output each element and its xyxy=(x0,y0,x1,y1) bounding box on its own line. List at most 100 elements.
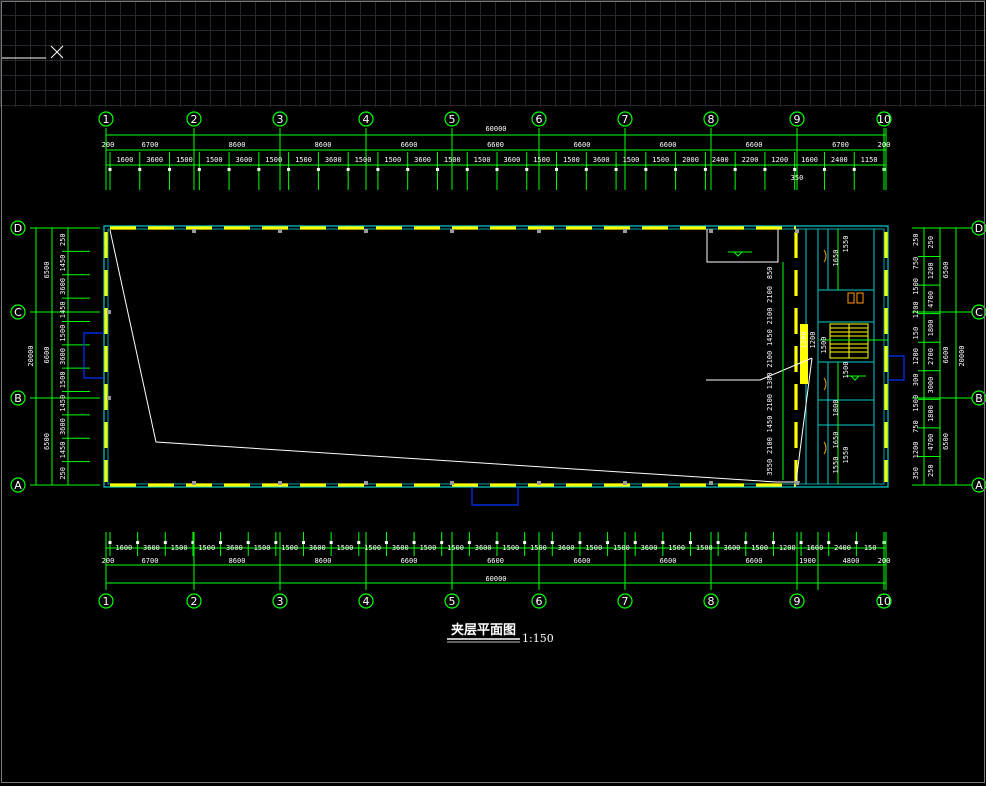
axis-bubbles-left: A B C D xyxy=(10,220,26,493)
bottom-span-8: 1900 xyxy=(799,557,816,565)
bottom-span-5: 6600 xyxy=(574,557,591,565)
top-detail-9: 1500 xyxy=(384,156,401,164)
right-fine-4: 150 xyxy=(912,327,920,340)
right-detail-3: 1800 xyxy=(927,320,935,337)
axis-bottom-3-label: 3 xyxy=(277,595,284,608)
top-detail-2: 1500 xyxy=(176,156,193,164)
bottom-span-2: 8600 xyxy=(315,557,332,565)
interior-dim-6: 2100 xyxy=(766,394,774,411)
top-detail-10: 3600 xyxy=(414,156,431,164)
top-detail-7: 3600 xyxy=(325,156,342,164)
right-total: 20000 xyxy=(958,345,966,366)
bottom-detail-16: 3600 xyxy=(558,544,575,552)
bottom-edge-left: 200 xyxy=(102,557,115,565)
axis-top-1-label: 1 xyxy=(103,113,110,126)
top-edge-left: 200 xyxy=(102,141,115,149)
top-detail-0: 1600 xyxy=(116,156,133,164)
right-fine-5: 1200 xyxy=(912,348,920,365)
cad-viewport[interactable]: 1 2 3 4 5 6 7 8 9 10 1 2 3 4 5 6 7 8 9 10 ABCD ABCD 60000 … xyxy=(0,0,986,786)
bottom-detail-10: 3600 xyxy=(392,544,409,552)
top-span-0: 6700 xyxy=(142,141,159,149)
top-detail-15: 1500 xyxy=(563,156,580,164)
axis-bottom-4-label: 4 xyxy=(363,595,370,608)
interior-dim-9: 3550 xyxy=(766,459,774,476)
column-markers xyxy=(107,229,799,485)
top-detail-5: 1500 xyxy=(265,156,282,164)
right-fine-8: 750 xyxy=(912,420,920,433)
right-span-2: 6500 xyxy=(942,433,950,450)
right-dim-labels: 20000 6500 6600 6500 250 1200 4700 1800 2700 3000… xyxy=(912,233,966,479)
bottom-span-0: 6700 xyxy=(142,557,159,565)
bottom-detail-12: 1500 xyxy=(447,544,464,552)
left-detail-3: 1450 xyxy=(59,301,67,318)
left-detail-1: 1450 xyxy=(59,255,67,272)
bottom-detail-4: 3600 xyxy=(226,544,243,552)
axis-bottom-9-label: 9 xyxy=(794,595,801,608)
drawing-title: 夹层平面图 xyxy=(451,622,516,638)
top-detail-3: 1500 xyxy=(206,156,223,164)
top-span-4: 6600 xyxy=(487,141,504,149)
left-span-1: 6600 xyxy=(43,347,51,364)
top-detail-24: 2400 xyxy=(831,156,848,164)
top-detail-25: 1150 xyxy=(861,156,878,164)
left-span-2: 6500 xyxy=(43,433,51,450)
top-span-ticks xyxy=(105,128,885,190)
right-fine-3: 1200 xyxy=(912,301,920,318)
bottom-detail-18: 1500 xyxy=(613,544,630,552)
top-detail-22: 1200 xyxy=(771,156,788,164)
bottom-detail-27: 150 xyxy=(864,544,877,552)
left-detail-5: 3600 xyxy=(59,348,67,365)
axis-top-4-label: 4 xyxy=(363,113,370,126)
axis-left-C-label: C xyxy=(14,306,22,319)
bottom-span-3: 6600 xyxy=(401,557,418,565)
interior-dim-0: 850 xyxy=(766,266,774,279)
top-span-8: 6700 xyxy=(832,141,849,149)
left-detail-10: 250 xyxy=(59,467,67,480)
bottom-detail-23: 1500 xyxy=(751,544,768,552)
right-fine-6: 300 xyxy=(912,374,920,387)
top-total-dim: 60000 xyxy=(485,125,506,133)
drawing-scale: 1:150 xyxy=(522,632,554,645)
bottom-total-dim: 60000 xyxy=(485,575,506,583)
top-detail-17: 1500 xyxy=(623,156,640,164)
bottom-detail-5: 1500 xyxy=(254,544,271,552)
right-detail-8: 250 xyxy=(927,464,935,477)
floor-plan-drawing[interactable]: 1 2 3 4 5 6 7 8 9 10 1 2 3 4 5 6 7 8 9 10 ABCD ABCD 60000 … xyxy=(0,0,986,786)
interior-dim-labels: 850 2100 2100 1450 2100 1300 2100 1450 2100 3550 xyxy=(766,266,774,475)
stair-dim-4: 1550 xyxy=(842,236,850,253)
bottom-detail-3: 1500 xyxy=(198,544,215,552)
top-detail-23: 1600 xyxy=(801,156,818,164)
bottom-detail-22: 3600 xyxy=(724,544,741,552)
left-detail-7: 1450 xyxy=(59,395,67,412)
bottom-detail-21: 1500 xyxy=(696,544,713,552)
bottom-detail-24: 1200 xyxy=(779,544,796,552)
axis-bottom-1-label: 1 xyxy=(103,595,110,608)
stair-dim-2: 1500 xyxy=(820,337,828,354)
axis-bottom-5-label: 5 xyxy=(449,595,456,608)
bottom-detail-9: 1500 xyxy=(364,544,381,552)
axis-bottom-8-label: 8 xyxy=(708,595,715,608)
stair-dim-0: 1200 xyxy=(800,332,808,349)
top-detail-20: 2400 xyxy=(712,156,729,164)
bottom-detail-14: 1500 xyxy=(502,544,519,552)
axis-left-A-label: A xyxy=(14,479,22,492)
interior-dim-4: 2100 xyxy=(766,351,774,368)
top-detail-19: 2000 xyxy=(682,156,699,164)
axis-bottom-10-label: 10 xyxy=(877,595,891,608)
left-detail-4: 1500 xyxy=(59,325,67,342)
axis-bottom-6-label: 6 xyxy=(536,595,543,608)
axis-top-7-label: 7 xyxy=(622,113,629,126)
bottom-edge-right: 200 xyxy=(878,557,891,565)
bottom-detail-11: 1500 xyxy=(419,544,436,552)
right-detail-2: 4700 xyxy=(927,291,935,308)
axis-bubbles-right: A B C D xyxy=(971,220,986,493)
bottom-span-1: 8600 xyxy=(229,557,246,565)
axis-bottom-2-label: 2 xyxy=(191,595,198,608)
axis-bottom-7-label: 7 xyxy=(622,595,629,608)
bottom-span-9: 4800 xyxy=(843,557,860,565)
right-fine-2: 1500 xyxy=(912,278,920,295)
interior-dim-5: 1300 xyxy=(766,372,774,389)
axis-bubbles-bottom: 1 2 3 4 5 6 7 8 9 10 xyxy=(98,593,892,609)
right-detail-0: 250 xyxy=(927,236,935,249)
left-detail-8: 3600 xyxy=(59,418,67,435)
